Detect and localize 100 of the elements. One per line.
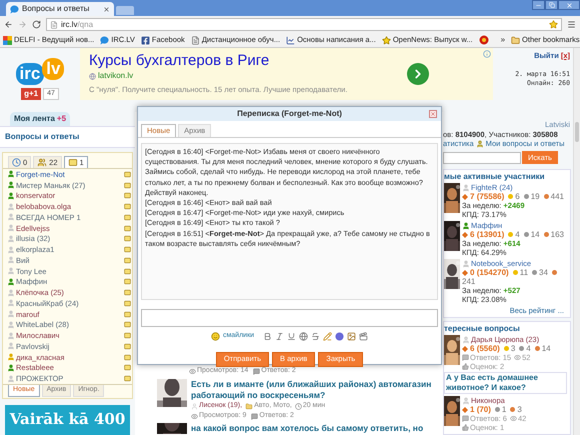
minimize-button[interactable] bbox=[532, 0, 545, 10]
medal-count: 6 bbox=[515, 192, 520, 201]
folder-icon bbox=[245, 402, 254, 410]
eye-icon bbox=[191, 412, 198, 420]
mail-icon[interactable] bbox=[124, 354, 131, 361]
emblem-icon bbox=[478, 35, 489, 45]
close-icon bbox=[566, 2, 572, 8]
pencil-icon[interactable] bbox=[323, 332, 332, 341]
panel-title: тересные вопросы bbox=[444, 324, 521, 333]
mail-icon[interactable] bbox=[124, 278, 131, 286]
portrait-icon[interactable] bbox=[347, 332, 356, 341]
underline-icon[interactable] bbox=[287, 332, 296, 341]
mail-icon[interactable] bbox=[124, 203, 131, 210]
logo[interactable]: irc lv bbox=[16, 58, 64, 85]
reload-icon[interactable] bbox=[32, 20, 41, 29]
google-plus-button[interactable]: g+1 bbox=[21, 88, 42, 100]
mail-icon[interactable] bbox=[124, 332, 131, 340]
strikethrough-icon[interactable] bbox=[311, 332, 320, 341]
medal-icon bbox=[552, 270, 557, 275]
medal-count: 19 bbox=[530, 192, 540, 201]
mail-icon[interactable] bbox=[124, 256, 131, 264]
message-input[interactable] bbox=[141, 309, 438, 327]
squares-icon bbox=[3, 36, 12, 44]
question-title[interactable]: на какой вопрос вам хотелось бы самому ответить, но bbox=[191, 423, 424, 434]
mail-icon bbox=[68, 158, 78, 167]
search-field[interactable] bbox=[443, 152, 521, 164]
restore-button[interactable] bbox=[545, 0, 558, 10]
medal-icon bbox=[519, 346, 524, 351]
mail-icon[interactable] bbox=[124, 300, 131, 307]
restore-icon bbox=[548, 2, 554, 8]
mail-icon[interactable] bbox=[124, 364, 131, 372]
info-icon[interactable] bbox=[483, 50, 491, 58]
globe-icon[interactable] bbox=[299, 332, 308, 341]
more-bookmarks-button[interactable]: » bbox=[500, 34, 506, 46]
bold-icon[interactable] bbox=[263, 332, 272, 341]
mail-icon[interactable] bbox=[124, 321, 131, 328]
user-icon bbox=[191, 402, 198, 410]
question-title[interactable]: Есть ли в иманте (или ближайших районах) автомагазин работающий по воскресеньям? bbox=[191, 379, 440, 401]
rating-score: 6 (5560) bbox=[470, 344, 500, 353]
panel-title: мые активные участники bbox=[444, 172, 546, 181]
medal-icon bbox=[544, 232, 549, 237]
smiley-icon[interactable] bbox=[210, 332, 220, 341]
mail-icon[interactable] bbox=[124, 235, 131, 242]
medal-count: 4 bbox=[526, 344, 531, 353]
scrollbar[interactable] bbox=[573, 48, 580, 435]
rating-score: 6 (13901) bbox=[470, 230, 504, 239]
comment-icon bbox=[462, 354, 469, 361]
close-window-button[interactable] bbox=[558, 0, 580, 10]
diamond-icon bbox=[462, 270, 468, 276]
mail-icon[interactable] bbox=[124, 310, 131, 318]
forward-icon[interactable] bbox=[18, 20, 27, 29]
film-icon[interactable] bbox=[359, 332, 368, 341]
diamond-icon bbox=[462, 346, 468, 352]
back-icon[interactable] bbox=[4, 20, 13, 29]
address-field[interactable]: irc.lv/qna bbox=[46, 18, 562, 31]
diamond-icon bbox=[462, 406, 468, 412]
medal-icon bbox=[524, 194, 529, 199]
comment-icon bbox=[251, 412, 258, 420]
medal-icon bbox=[532, 270, 538, 275]
mail-icon[interactable] bbox=[124, 246, 131, 254]
close-icon[interactable] bbox=[103, 6, 110, 12]
eye-icon bbox=[510, 415, 517, 422]
mail-icon[interactable] bbox=[124, 342, 131, 350]
thumbs-up-icon bbox=[462, 424, 469, 431]
close-icon bbox=[430, 111, 436, 117]
facebook-icon bbox=[140, 36, 150, 44]
globe-icon bbox=[89, 72, 96, 80]
medal-count: 163 bbox=[550, 230, 564, 239]
mail-icon[interactable] bbox=[124, 289, 131, 296]
menu-icon[interactable] bbox=[567, 20, 576, 29]
mail-icon[interactable] bbox=[124, 182, 131, 189]
speech-bubble-icon bbox=[100, 36, 110, 44]
my-feed-button[interactable]: Моя лента +5 bbox=[10, 112, 70, 126]
ad-title[interactable]: Курсы бухгалтеров в Риге bbox=[89, 52, 407, 70]
mail-icon[interactable] bbox=[124, 375, 131, 382]
medal-icon bbox=[534, 346, 540, 351]
section-title[interactable]: Вопросы и ответы bbox=[5, 131, 80, 143]
mail-icon[interactable] bbox=[124, 170, 131, 178]
browser-tab[interactable]: Вопросы и ответы bbox=[6, 2, 114, 16]
ad-arrow-button[interactable] bbox=[407, 63, 429, 85]
mail-icon[interactable] bbox=[124, 224, 131, 232]
close-button[interactable] bbox=[429, 110, 437, 118]
mail-icon[interactable] bbox=[124, 214, 131, 221]
mail-icon[interactable] bbox=[124, 268, 131, 275]
medal-icon bbox=[512, 270, 518, 275]
diamond-icon bbox=[462, 194, 468, 200]
eye-icon bbox=[514, 354, 522, 361]
medal-count: 34 bbox=[539, 268, 548, 277]
user-icon bbox=[476, 140, 484, 148]
italic-icon[interactable] bbox=[275, 332, 284, 341]
mail-icon[interactable] bbox=[124, 192, 131, 200]
ad-url[interactable]: latvikon.lv bbox=[98, 70, 134, 82]
medal-icon bbox=[508, 232, 514, 237]
question-title[interactable]: А у Вас есть домашнее животное? И какое? bbox=[444, 372, 567, 394]
ball-icon[interactable] bbox=[335, 332, 344, 341]
page-icon bbox=[50, 20, 58, 28]
bookmark-star-icon[interactable] bbox=[549, 20, 558, 29]
medal-count: 3 bbox=[510, 344, 516, 353]
bookmark[interactable] bbox=[478, 35, 489, 45]
medal-icon bbox=[494, 407, 500, 412]
